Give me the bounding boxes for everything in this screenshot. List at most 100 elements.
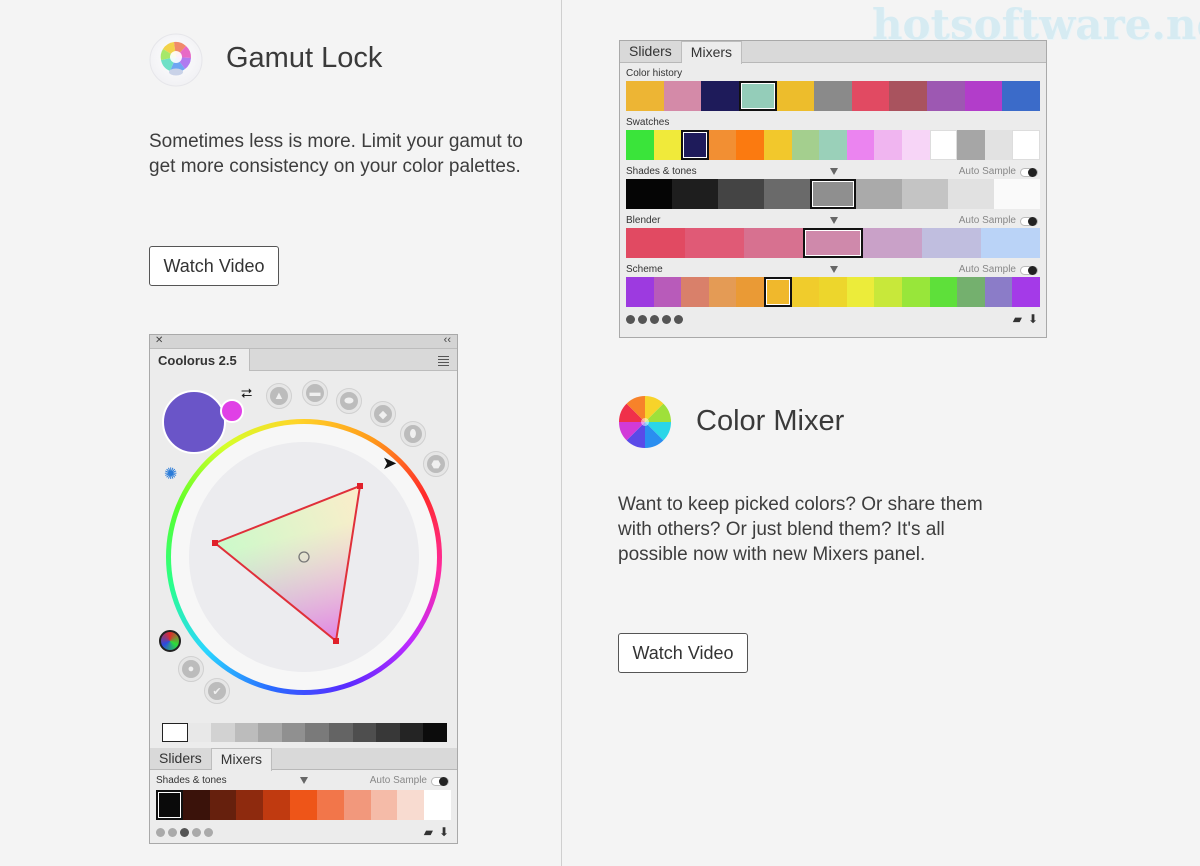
color-swatch[interactable] (681, 130, 709, 160)
color-swatch[interactable] (851, 81, 890, 111)
shade-swatch[interactable] (343, 790, 371, 820)
line-gamut-icon[interactable]: ▬ (302, 380, 328, 406)
gray-swatch[interactable] (305, 723, 330, 742)
page-dot[interactable] (192, 827, 201, 837)
auto-sample-control[interactable]: Auto Sample (959, 263, 1038, 277)
color-swatch[interactable] (984, 130, 1013, 160)
menu-icon[interactable] (438, 356, 449, 366)
shade-swatch[interactable] (316, 790, 344, 820)
color-swatch[interactable] (701, 81, 739, 111)
open-folder-icon[interactable]: ▰ (1013, 312, 1022, 326)
color-swatch[interactable] (1012, 277, 1040, 307)
color-swatch[interactable] (921, 228, 981, 258)
color-swatch[interactable] (764, 179, 810, 209)
drop-gamut-icon[interactable]: ⬮ (400, 421, 426, 447)
dropdown-arrow-icon[interactable] (300, 777, 308, 784)
color-swatch[interactable] (846, 277, 875, 307)
mixer-watch-video-button[interactable]: Watch Video (618, 633, 748, 673)
color-swatch[interactable] (776, 81, 815, 111)
shade-swatch[interactable] (263, 790, 291, 820)
color-swatch[interactable] (672, 179, 718, 209)
color-swatch[interactable] (980, 228, 1040, 258)
color-swatch[interactable] (791, 277, 820, 307)
color-swatch[interactable] (744, 228, 804, 258)
color-swatch[interactable] (736, 130, 764, 160)
octagon-gamut-icon[interactable]: ⬣ (423, 451, 449, 477)
gray-swatch[interactable] (423, 723, 447, 742)
color-swatch[interactable] (791, 130, 820, 160)
color-swatch[interactable] (708, 277, 737, 307)
gamut-watch-video-button[interactable]: Watch Video (149, 246, 279, 286)
color-swatch[interactable] (626, 130, 654, 160)
mixer-swatch-strip[interactable] (626, 228, 1040, 258)
page-dot[interactable] (650, 314, 659, 324)
ellipse-gamut-icon[interactable]: ⬬ (336, 388, 362, 414)
page-dot[interactable] (674, 314, 683, 324)
color-swatch[interactable] (681, 277, 709, 307)
color-swatch[interactable] (708, 130, 737, 160)
confirm-gamut-icon[interactable]: ✔ (204, 678, 230, 704)
open-folder-icon[interactable]: ▰ (424, 825, 433, 839)
page-dot[interactable] (204, 827, 213, 837)
tab-mixers[interactable]: Mixers (211, 748, 273, 771)
close-icon[interactable]: ✕ (155, 335, 163, 346)
page-dot[interactable] (626, 314, 635, 324)
gray-swatch[interactable] (258, 723, 282, 742)
gray-swatch[interactable] (376, 723, 400, 742)
color-swatch[interactable] (653, 130, 682, 160)
download-icon[interactable]: ⬇ (439, 825, 449, 839)
shade-swatch[interactable] (182, 790, 210, 820)
dropdown-arrow-icon[interactable] (830, 266, 838, 273)
color-swatch[interactable] (718, 179, 764, 209)
color-swatch[interactable] (685, 228, 745, 258)
gray-swatch[interactable] (352, 723, 377, 742)
color-swatch[interactable] (994, 179, 1040, 209)
color-swatch[interactable] (653, 277, 682, 307)
color-swatch[interactable] (819, 277, 847, 307)
auto-sample-control[interactable]: Auto Sample (959, 165, 1038, 179)
auto-sample-toggle[interactable] (1020, 265, 1038, 275)
color-swatch[interactable] (626, 179, 672, 209)
gray-swatch[interactable] (234, 723, 259, 742)
auto-sample-toggle[interactable] (1020, 216, 1038, 226)
auto-sample-control[interactable]: Auto Sample (370, 774, 449, 788)
gray-swatch[interactable] (211, 723, 235, 742)
tab-mixers[interactable]: Mixers (681, 41, 743, 64)
tab-sliders[interactable]: Sliders (620, 41, 682, 62)
color-swatch[interactable] (957, 130, 985, 160)
diamond-gamut-icon[interactable]: ◆ (370, 401, 396, 427)
color-swatch[interactable] (901, 130, 930, 160)
color-swatch[interactable] (984, 277, 1013, 307)
gray-ramp[interactable] (162, 723, 447, 742)
gray-swatch[interactable] (281, 723, 306, 742)
shade-swatch[interactable] (397, 790, 425, 820)
color-swatch[interactable] (763, 130, 792, 160)
auto-sample-toggle[interactable] (431, 776, 449, 786)
brightness-icon[interactable]: ✺ (164, 464, 177, 484)
color-swatch[interactable] (862, 228, 922, 258)
color-swatch[interactable] (948, 179, 994, 209)
color-swatch[interactable] (763, 277, 792, 307)
color-swatch[interactable] (957, 277, 985, 307)
color-swatch[interactable] (814, 81, 852, 111)
gray-swatch[interactable] (329, 723, 353, 742)
color-swatch[interactable] (929, 277, 958, 307)
triangle-gamut-icon[interactable]: ▲ (266, 383, 292, 409)
color-swatch[interactable] (846, 130, 875, 160)
page-dots[interactable] (626, 314, 683, 324)
color-swatch[interactable] (736, 277, 764, 307)
page-dot[interactable] (180, 827, 189, 837)
current-color-swatch[interactable] (162, 390, 226, 454)
gray-swatch[interactable] (399, 723, 424, 742)
shade-swatch[interactable] (424, 790, 451, 820)
color-mode-icon[interactable] (159, 630, 181, 652)
dropdown-arrow-icon[interactable] (830, 217, 838, 224)
collapse-icon[interactable]: ‹‹ (444, 334, 451, 346)
page-dot[interactable] (168, 827, 177, 837)
previous-color-swatch[interactable] (220, 399, 244, 423)
page-dots[interactable] (156, 827, 213, 837)
shade-swatch[interactable] (290, 790, 317, 820)
color-swatch[interactable] (626, 277, 654, 307)
mixer-swatch-strip[interactable] (626, 179, 1040, 209)
color-swatch[interactable] (810, 179, 856, 209)
